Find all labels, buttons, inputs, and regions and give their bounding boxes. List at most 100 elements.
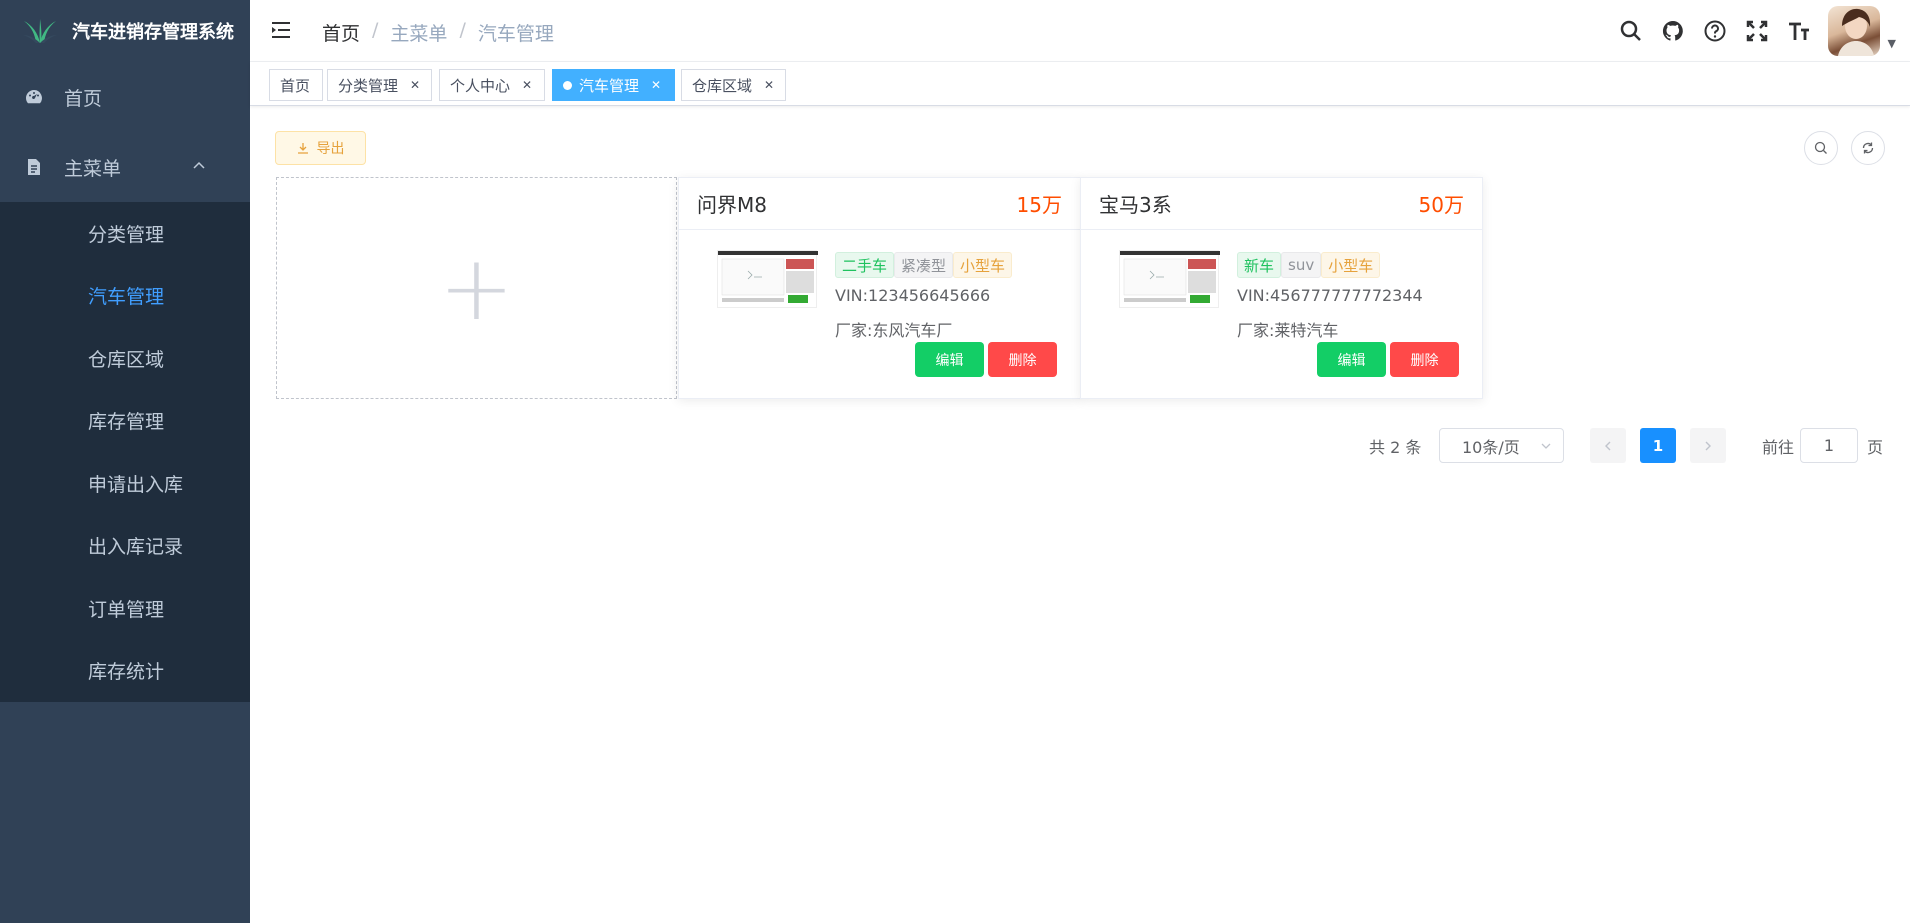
car-tag: 新车 — [1237, 252, 1282, 278]
help-icon[interactable] — [1694, 0, 1736, 62]
app-title: 汽车进销存管理系统 — [72, 22, 234, 43]
font-size-icon[interactable] — [1778, 0, 1820, 62]
car-tags: 新车 suv 小型车 — [1237, 252, 1381, 278]
car-tag: suv — [1281, 252, 1322, 278]
close-icon[interactable]: ✕ — [764, 78, 774, 92]
car-vin: VIN:456777777772344 — [1237, 286, 1423, 305]
active-dot-icon — [563, 80, 572, 90]
pagination-total: 共 2 条 — [1369, 438, 1422, 457]
tag-label: 个人中心 — [450, 76, 511, 95]
close-icon[interactable]: ✕ — [651, 78, 661, 92]
car-maker: 厂家:莱特汽车 — [1237, 321, 1339, 340]
sidebar: 汽车进销存管理系统 首页 主菜单 分类管理 汽车管理 仓库区域 库存管理 申请出… — [0, 0, 250, 923]
close-icon[interactable]: ✕ — [410, 78, 420, 92]
sidebar-item-category[interactable]: 分类管理 — [0, 202, 250, 265]
search-icon[interactable] — [1610, 0, 1652, 62]
github-icon[interactable] — [1652, 0, 1694, 62]
export-button[interactable]: 导出 — [275, 131, 366, 165]
dashboard-icon — [26, 90, 42, 104]
goto-label: 前往 — [1762, 438, 1795, 457]
car-name: 问界M8 — [697, 193, 767, 217]
car-card: 问界M8 15万 二手车 紧凑型 小型车 VIN:123456645666 厂家… — [678, 177, 1081, 399]
hamburger-icon[interactable] — [270, 20, 292, 40]
logo-icon — [23, 19, 57, 43]
sidebar-item-orders[interactable]: 订单管理 — [0, 577, 250, 640]
page-size-value: 10条/页 — [1462, 437, 1520, 457]
tag-label: 首页 — [280, 76, 311, 95]
car-card-header: 宝马3系 50万 — [1081, 178, 1482, 230]
download-icon — [297, 143, 308, 154]
delete-button[interactable]: 删除 — [1390, 342, 1459, 377]
sidebar-item-label: 申请出入库 — [88, 473, 184, 496]
car-price: 50万 — [1418, 193, 1464, 217]
car-price: 15万 — [1016, 193, 1062, 217]
goto-page-input[interactable]: 1 — [1800, 428, 1858, 463]
page-number-current[interactable]: 1 — [1640, 428, 1676, 463]
car-image[interactable] — [1119, 250, 1220, 308]
tag-label: 汽车管理 — [579, 76, 640, 95]
tag-label: 分类管理 — [338, 76, 399, 95]
tag-label: 仓库区域 — [692, 76, 753, 95]
delete-button[interactable]: 删除 — [988, 342, 1057, 377]
add-car-card[interactable]: + — [276, 177, 677, 399]
car-tag: 二手车 — [835, 252, 895, 278]
sidebar-menu-main[interactable]: 主菜单 — [0, 132, 250, 202]
refresh-button[interactable] — [1851, 131, 1885, 165]
car-card: 宝马3系 50万 新车 suv 小型车 VIN:456777777772344 … — [1080, 177, 1483, 399]
breadcrumb-current: 汽车管理 — [477, 23, 554, 45]
search-icon — [1814, 141, 1827, 154]
page-size-select[interactable]: 10条/页 — [1439, 428, 1564, 463]
car-card-header: 问界M8 15万 — [679, 178, 1080, 230]
caret-down-icon[interactable]: ▼ — [1888, 37, 1896, 50]
car-tag: 小型车 — [1321, 252, 1381, 278]
tag-category[interactable]: 分类管理 ✕ — [327, 69, 432, 101]
sidebar-item-label: 仓库区域 — [88, 348, 165, 371]
plus-icon: + — [438, 235, 515, 341]
edit-button[interactable]: 编辑 — [915, 342, 984, 377]
sidebar-item-apply[interactable]: 申请出入库 — [0, 452, 250, 515]
tag-warehouse[interactable]: 仓库区域 ✕ — [681, 69, 786, 101]
sidebar-item-label: 库存统计 — [88, 661, 165, 684]
tags-view: 首页 分类管理 ✕ 个人中心 ✕ 汽车管理 ✕ 仓库区域 ✕ — [250, 62, 1910, 106]
sidebar-item-cars[interactable]: 汽车管理 — [0, 265, 250, 328]
breadcrumb-home[interactable]: 首页 — [322, 19, 360, 46]
document-icon — [28, 159, 40, 175]
sidebar-item-records[interactable]: 出入库记录 — [0, 515, 250, 578]
sidebar-item-label: 出入库记录 — [88, 536, 184, 559]
car-maker: 厂家:东风汽车厂 — [835, 321, 953, 340]
logo[interactable]: 汽车进销存管理系统 — [0, 0, 250, 62]
fullscreen-icon[interactable] — [1736, 0, 1778, 62]
car-name: 宝马3系 — [1099, 193, 1172, 217]
chevron-down-icon — [1541, 443, 1551, 449]
chevron-right-icon — [1705, 441, 1711, 450]
tag-cars[interactable]: 汽车管理 ✕ — [552, 69, 675, 101]
car-tags: 二手车 紧凑型 小型车 — [835, 252, 1013, 278]
page-suffix-label: 页 — [1867, 438, 1884, 457]
sidebar-item-label: 库存管理 — [88, 411, 165, 434]
tag-profile[interactable]: 个人中心 ✕ — [439, 69, 545, 101]
chevron-left-icon — [1605, 441, 1611, 450]
sidebar-item-label: 主菜单 — [64, 157, 122, 180]
sidebar-item-label: 订单管理 — [88, 598, 165, 621]
close-icon[interactable]: ✕ — [522, 78, 532, 92]
prev-page-button[interactable] — [1590, 428, 1626, 463]
next-page-button[interactable] — [1690, 428, 1726, 463]
navbar: 首页 / 主菜单 / 汽车管理 ▼ — [250, 0, 1910, 62]
avatar[interactable] — [1827, 6, 1880, 56]
tag-home[interactable]: 首页 — [269, 69, 323, 101]
sidebar-item-warehouse[interactable]: 仓库区域 — [0, 327, 250, 390]
sidebar-item-stats[interactable]: 库存统计 — [0, 640, 250, 703]
chevron-up-icon — [193, 161, 205, 169]
breadcrumb-menu: 主菜单 — [390, 23, 448, 45]
breadcrumb: 首页 / 主菜单 / 汽车管理 — [322, 19, 554, 46]
submenu: 分类管理 汽车管理 仓库区域 库存管理 申请出入库 出入库记录 订单管理 库存统… — [0, 202, 250, 702]
sidebar-item-home[interactable]: 首页 — [0, 62, 250, 132]
edit-button[interactable]: 编辑 — [1317, 342, 1386, 377]
breadcrumb-separator: / — [459, 19, 466, 41]
search-toggle-button[interactable] — [1804, 131, 1838, 165]
car-image[interactable] — [717, 250, 818, 308]
sidebar-item-inventory[interactable]: 库存管理 — [0, 390, 250, 453]
car-vin: VIN:123456645666 — [835, 286, 991, 305]
car-tag: 紧凑型 — [894, 252, 954, 278]
navbar-right: ▼ — [1610, 0, 1910, 62]
